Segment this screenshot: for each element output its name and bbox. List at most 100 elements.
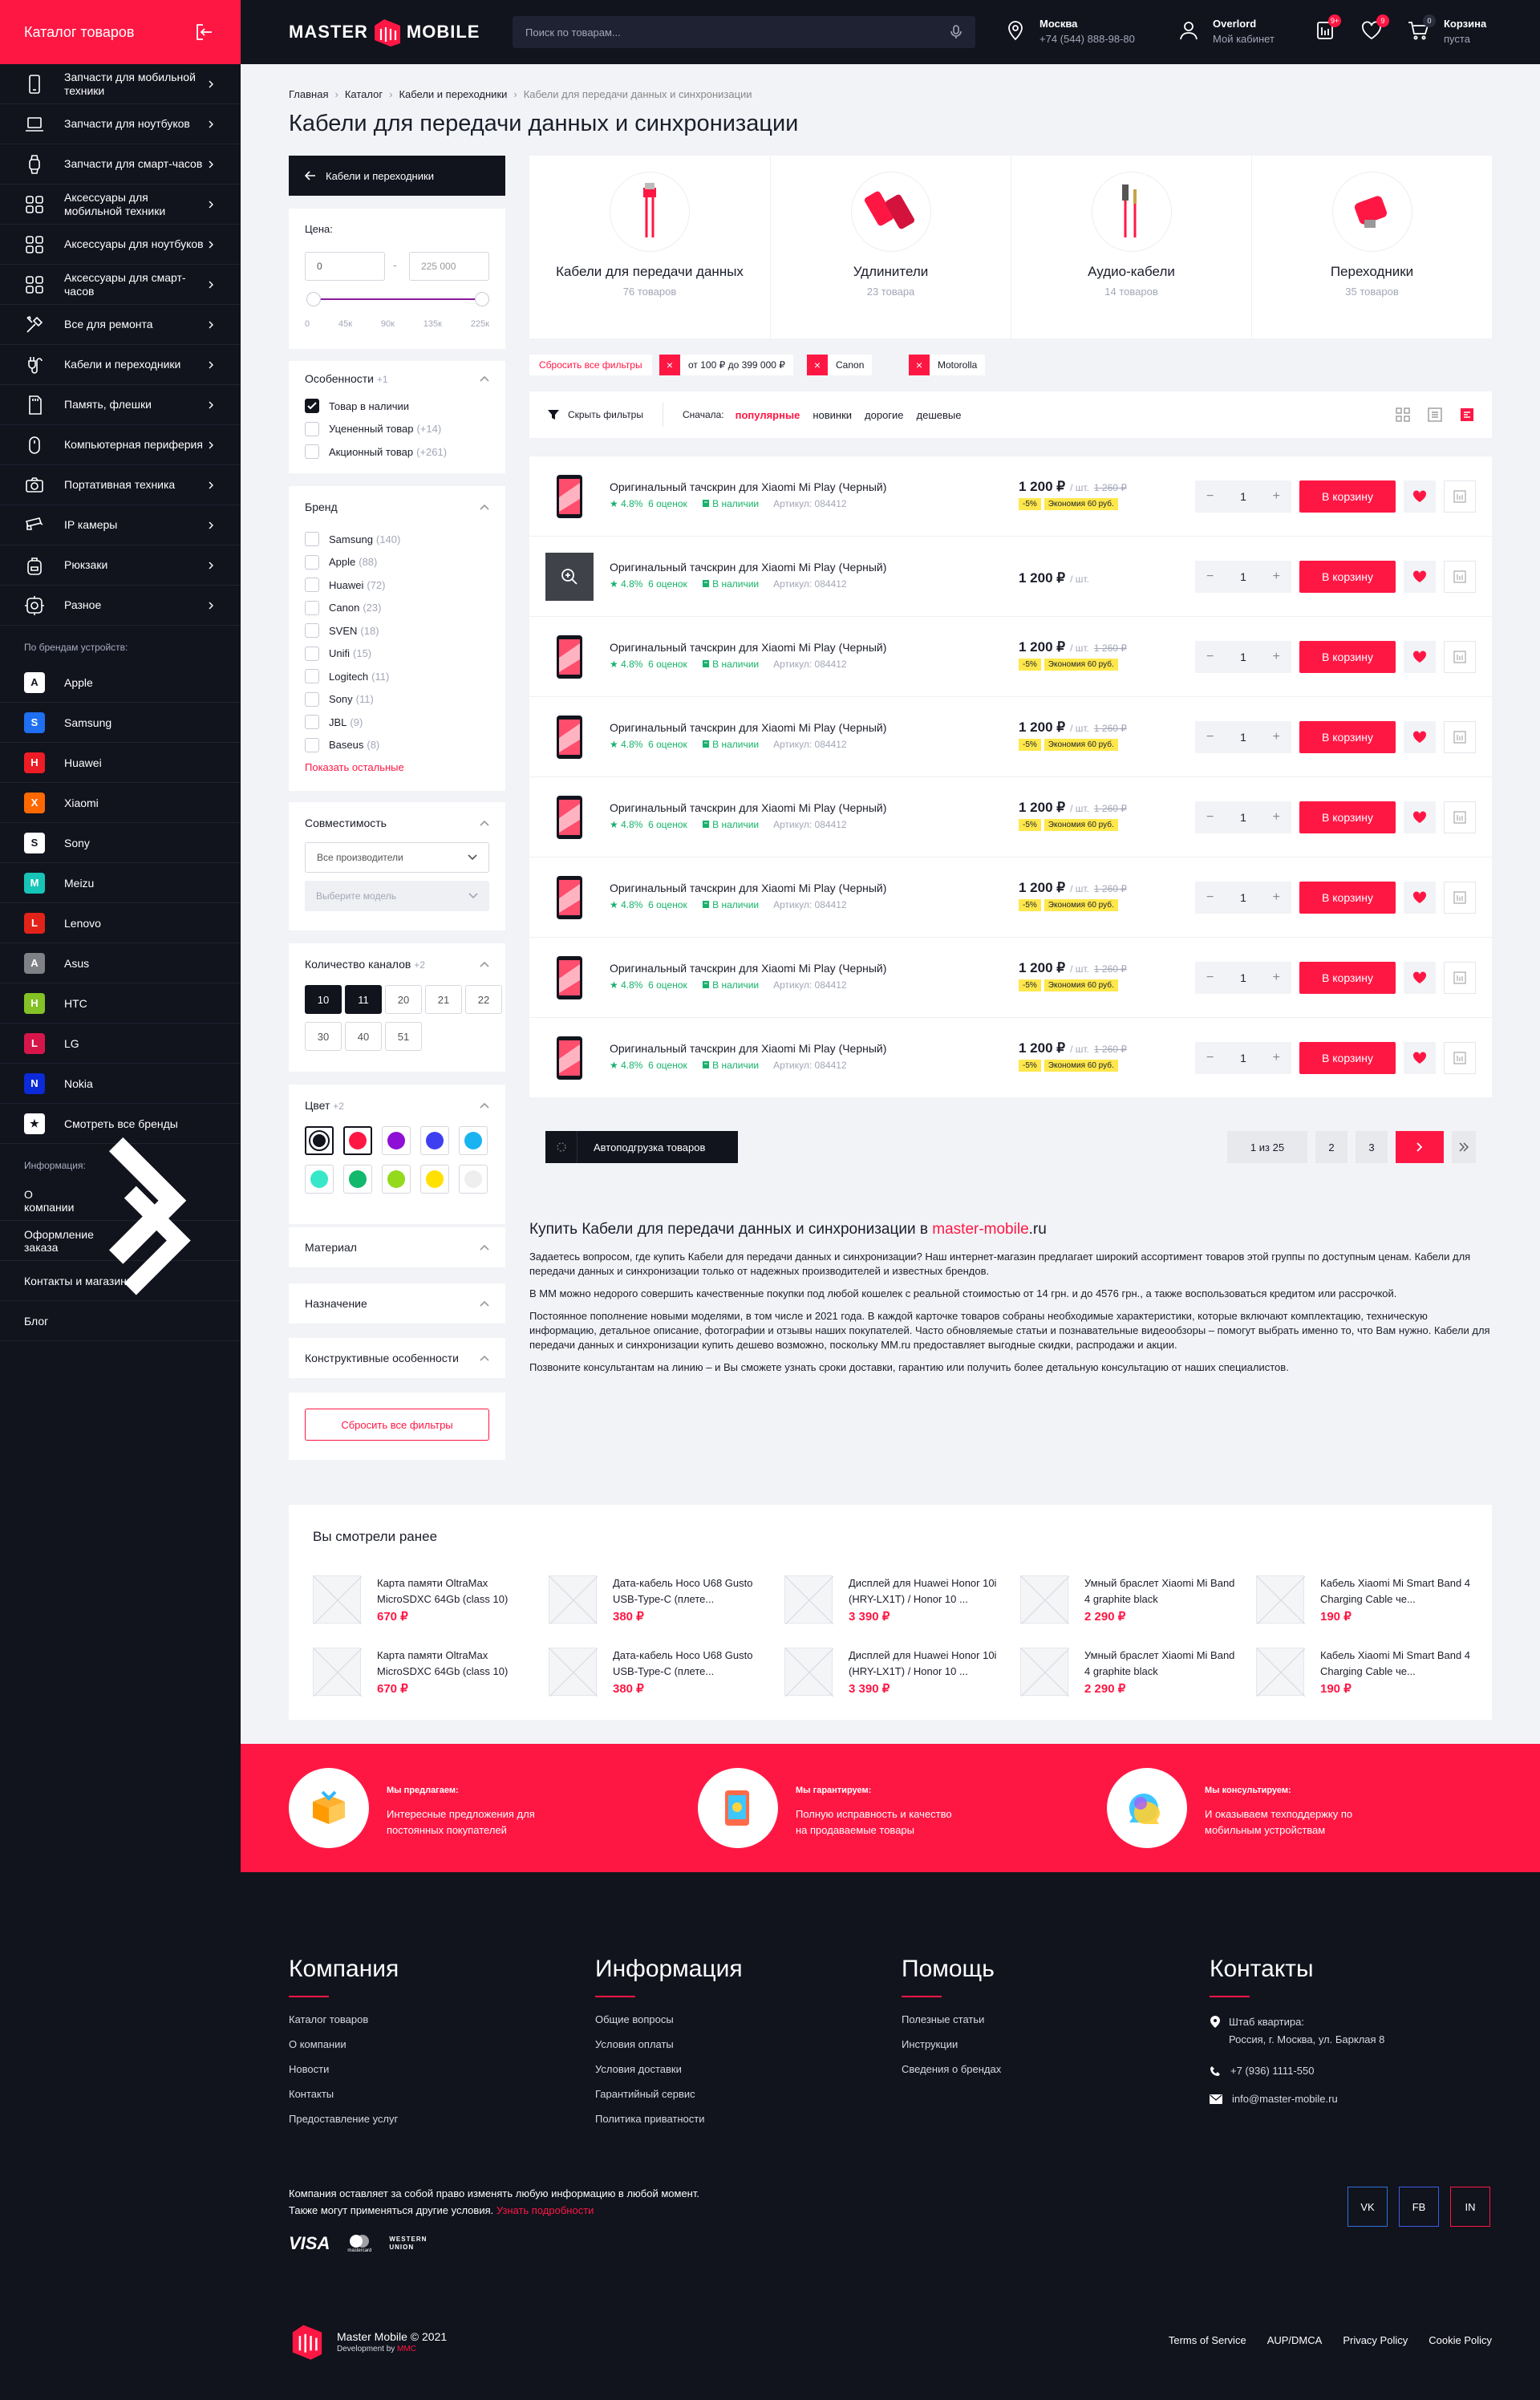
legal-link[interactable]: Cookie Policy [1429, 2334, 1492, 2346]
remove-filter-icon[interactable]: × [659, 355, 680, 375]
filter-checkbox[interactable]: Товар в наличии [305, 395, 489, 418]
favorite-button[interactable] [1404, 882, 1436, 914]
last-page-button[interactable] [1452, 1131, 1476, 1163]
product-image[interactable] [545, 472, 594, 521]
minus-button[interactable]: − [1206, 810, 1214, 825]
sidebar-info-item-1[interactable]: Оформление заказа [0, 1186, 241, 1295]
quantity-value[interactable]: 1 [1240, 731, 1246, 744]
grid-view-icon[interactable] [1396, 407, 1410, 422]
color-swatch[interactable] [382, 1165, 411, 1194]
price-slider-track[interactable] [313, 298, 481, 300]
product-name[interactable]: Оригинальный тачскрин для Xiaomi Mi Play… [610, 721, 886, 734]
material-filter[interactable]: Материал [289, 1227, 505, 1267]
favorite-button[interactable] [1404, 641, 1436, 673]
purpose-filter[interactable]: Назначение [289, 1283, 505, 1324]
sidebar-item-3[interactable]: Аксессуары для мобильной техники [0, 184, 241, 225]
product-name[interactable]: Оригинальный тачскрин для Xiaomi Mi Play… [610, 641, 886, 654]
reset-all-tag[interactable]: Сбросить все фильтры [529, 355, 652, 375]
cart-block[interactable]: Корзина пуста [1444, 16, 1486, 47]
recent-item[interactable]: Карта памяти OltraMax MicroSDXC 64Gb (cl… [313, 1575, 537, 1632]
add-to-cart-button[interactable]: В корзину [1299, 882, 1396, 914]
filter-checkbox[interactable]: Logitech (11) [305, 665, 489, 688]
reset-filters-button[interactable]: Сбросить все фильтры [305, 1409, 489, 1441]
color-header[interactable]: Цвет +2 [305, 1099, 489, 1112]
sidebar-brand-2[interactable]: H Huawei [0, 743, 241, 783]
recent-item[interactable]: Дисплей для Huawei Honor 10i (HRY-LX1T) … [784, 1575, 1009, 1632]
quantity-stepper[interactable]: − 1 + [1195, 480, 1291, 513]
quantity-value[interactable]: 1 [1240, 971, 1246, 984]
filter-checkbox[interactable]: Уцененный товар (+14) [305, 418, 489, 441]
footer-bottom-logo[interactable]: Master Mobile © 2021 Development by MMC [289, 2321, 447, 2361]
favorite-button[interactable] [1404, 1042, 1436, 1074]
sidebar-brand-1[interactable]: S Samsung [0, 703, 241, 743]
compare-button[interactable] [1444, 962, 1476, 994]
product-image[interactable] [545, 874, 594, 922]
reviews-count[interactable]: 6 оценок [648, 578, 687, 590]
sidebar-brand-7[interactable]: A Asus [0, 943, 241, 983]
breadcrumb-item[interactable]: Кабели и переходники [399, 88, 507, 100]
social-fb-button[interactable]: FB [1399, 2187, 1439, 2227]
price-slider-handle-max[interactable] [475, 292, 489, 306]
footer-link[interactable]: Каталог товаров [289, 2013, 399, 2025]
sidebar-item-1[interactable]: Запчасти для ноутбуков [0, 104, 241, 144]
subcategory-card[interactable]: Удлинители 23 товара [770, 156, 1011, 339]
dev-name[interactable]: MMC [397, 2345, 416, 2353]
product-name[interactable]: Оригинальный тачскрин для Xiaomi Mi Play… [610, 962, 886, 975]
back-button[interactable]: Кабели и переходники [289, 156, 505, 196]
product-name[interactable]: Оригинальный тачскрин для Xiaomi Mi Play… [610, 480, 886, 493]
sidebar-brand-5[interactable]: M Meizu [0, 863, 241, 903]
compare-button[interactable] [1444, 561, 1476, 593]
reviews-count[interactable]: 6 оценок [648, 1060, 687, 1071]
product-image[interactable] [545, 553, 594, 601]
add-to-cart-button[interactable]: В корзину [1299, 721, 1396, 753]
quantity-value[interactable]: 1 [1240, 1052, 1246, 1064]
filter-checkbox[interactable]: Sony (11) [305, 688, 489, 711]
quantity-stepper[interactable]: − 1 + [1195, 641, 1291, 673]
site-logo[interactable]: MASTER MOBILE [289, 16, 480, 48]
recent-item[interactable]: Умный браслет Xiaomi Mi Band 4 graphite … [1020, 1648, 1245, 1704]
subcategory-card[interactable]: Переходники 35 товаров [1251, 156, 1492, 339]
filter-checkbox[interactable]: Baseus (8) [305, 734, 489, 757]
plus-button[interactable]: + [1273, 971, 1280, 985]
product-image[interactable] [545, 793, 594, 841]
minus-button[interactable]: − [1206, 1051, 1214, 1065]
breadcrumb-item[interactable]: Каталог [345, 88, 383, 100]
page-3[interactable]: 3 [1356, 1131, 1388, 1163]
search-input[interactable]: Поиск по товарам... [513, 16, 975, 48]
footer-link[interactable]: Инструкции [902, 2038, 1001, 2050]
sidebar-item-13[interactable]: Разное [0, 586, 241, 626]
add-to-cart-button[interactable]: В корзину [1299, 480, 1396, 513]
favorite-button[interactable] [1404, 962, 1436, 994]
compare-button[interactable] [1444, 801, 1476, 833]
product-name[interactable]: Оригинальный тачскрин для Xiaomi Mi Play… [610, 561, 886, 574]
subcategory-card[interactable]: Кабели для передачи данных 76 товаров [529, 156, 770, 339]
plus-button[interactable]: + [1273, 650, 1280, 664]
footer-link[interactable]: Полезные статьи [902, 2013, 1001, 2025]
product-row[interactable]: Оригинальный тачскрин для Xiaomi Mi Play… [529, 696, 1492, 776]
channel-chip[interactable]: 10 [305, 985, 342, 1014]
reviews-count[interactable]: 6 оценок [648, 659, 687, 670]
channel-chip[interactable]: 40 [345, 1022, 382, 1051]
quantity-stepper[interactable]: − 1 + [1195, 962, 1291, 994]
sidebar-brand-0[interactable]: A Apple [0, 663, 241, 703]
color-swatch[interactable] [305, 1126, 334, 1155]
legal-link[interactable]: Terms of Service [1169, 2334, 1246, 2346]
filter-checkbox[interactable]: SVEN (18) [305, 619, 489, 643]
sidebar-item-5[interactable]: Аксессуары для смарт-часов [0, 265, 241, 305]
filter-checkbox[interactable]: Apple (88) [305, 551, 489, 574]
add-to-cart-button[interactable]: В корзину [1299, 1042, 1396, 1074]
color-swatch[interactable] [459, 1126, 488, 1155]
reviews-count[interactable]: 6 оценок [648, 899, 687, 910]
city-phone[interactable]: Москва +74 (544) 888-98-80 [1040, 16, 1135, 47]
recent-item[interactable]: Дисплей для Huawei Honor 10i (HRY-LX1T) … [784, 1648, 1009, 1704]
sidebar-item-4[interactable]: Аксессуары для ноутбуков [0, 225, 241, 265]
color-swatch[interactable] [343, 1165, 372, 1194]
product-row[interactable]: Оригинальный тачскрин для Xiaomi Mi Play… [529, 456, 1492, 536]
minus-button[interactable]: − [1206, 570, 1214, 584]
seo-title-site[interactable]: master-mobile [932, 1221, 1028, 1238]
color-swatch[interactable] [420, 1126, 449, 1155]
channel-chip[interactable]: 20 [385, 985, 422, 1014]
page-2[interactable]: 2 [1315, 1131, 1348, 1163]
footer-link[interactable]: Сведения о брендах [902, 2063, 1001, 2075]
compare-button[interactable] [1444, 480, 1476, 513]
